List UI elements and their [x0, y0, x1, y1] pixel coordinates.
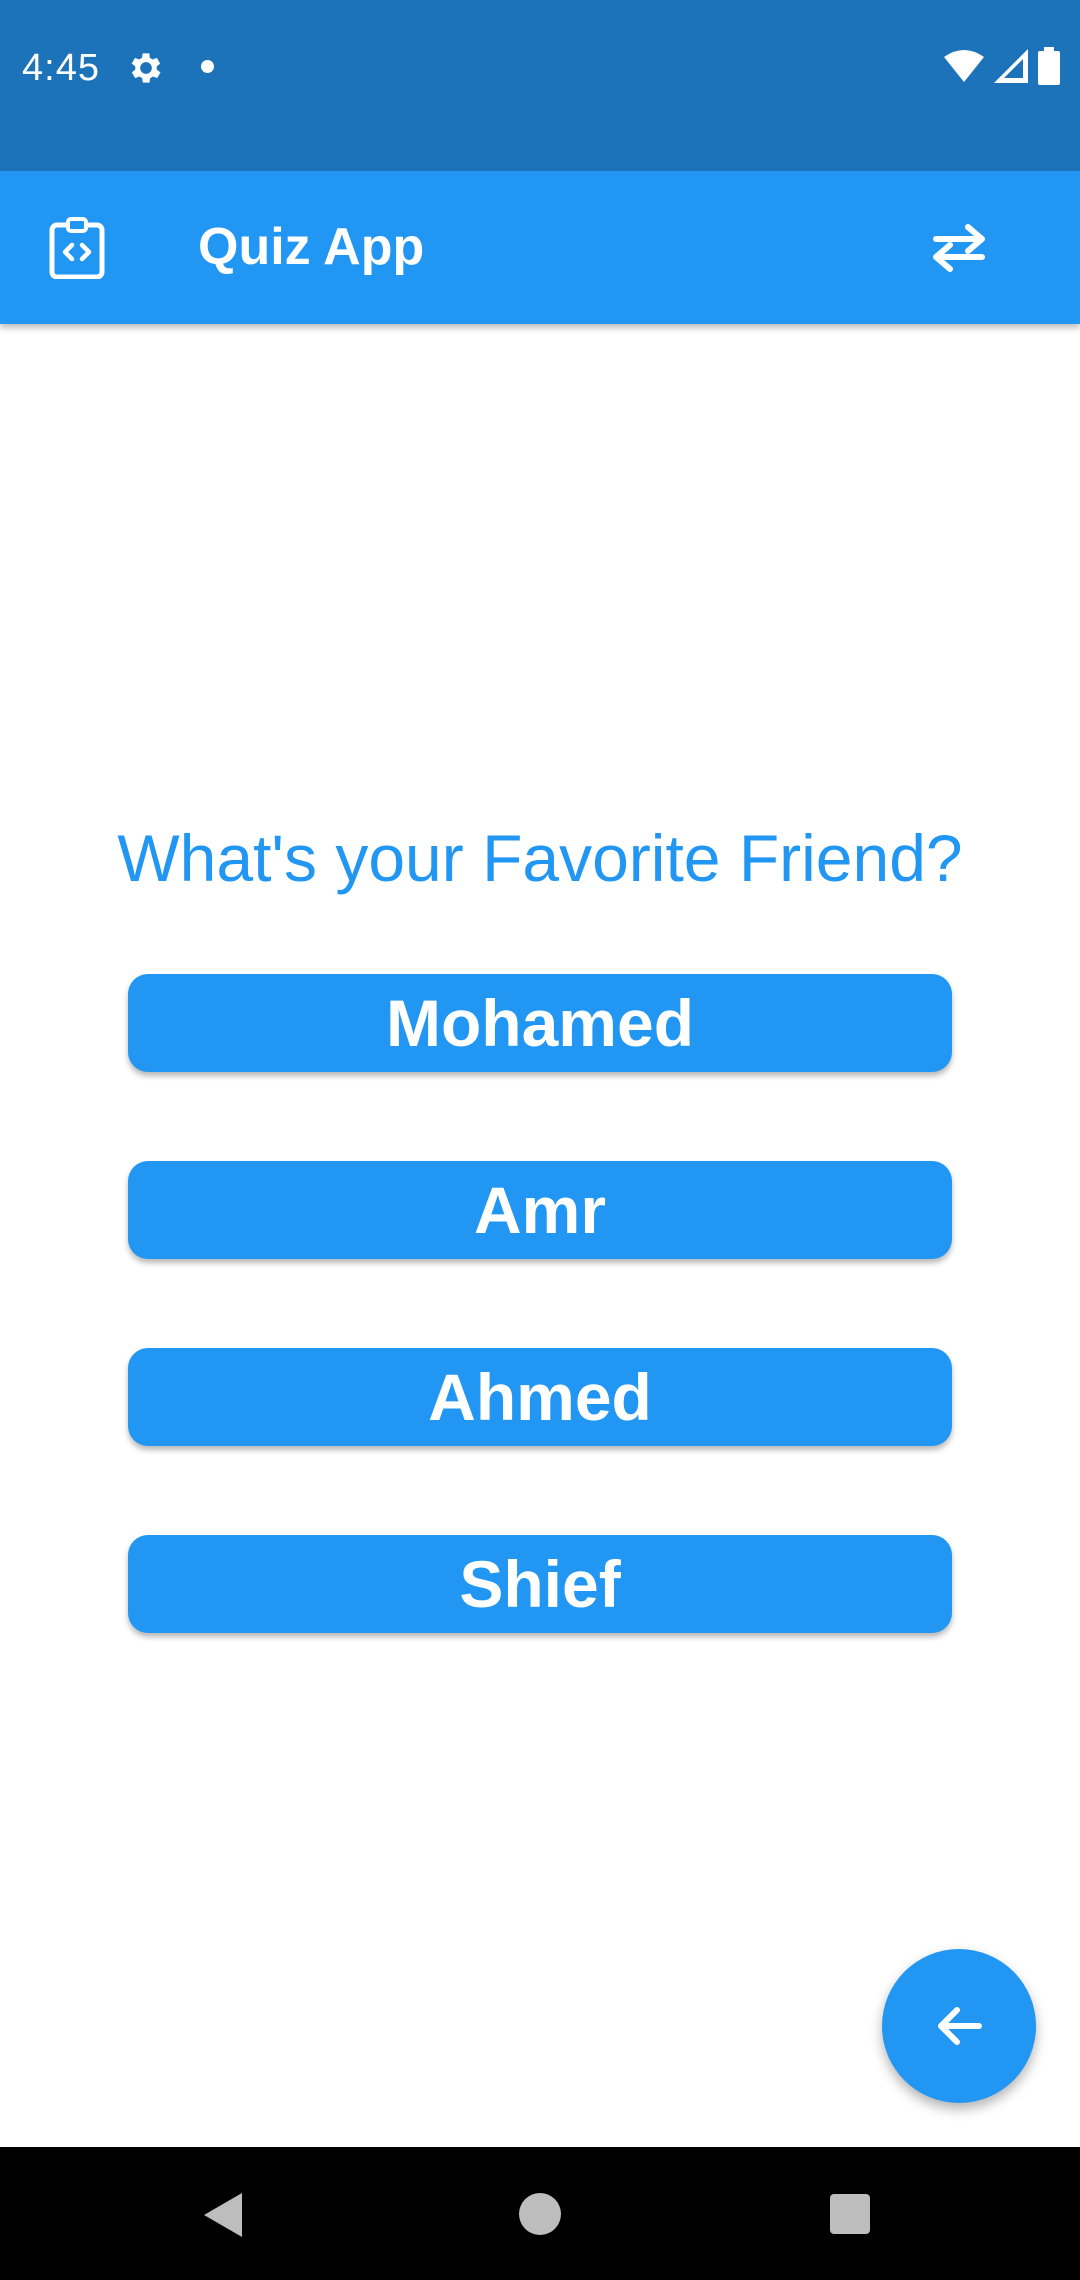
answer-button-shief[interactable]: Shief	[128, 1535, 952, 1633]
nav-home-icon[interactable]	[519, 2193, 561, 2235]
wifi-icon	[944, 50, 984, 82]
status-bar: 4:45	[0, 0, 1080, 171]
swap-horizontal-icon[interactable]	[928, 221, 990, 273]
gear-icon	[131, 53, 161, 83]
status-indicators	[944, 46, 1060, 86]
clipboard-code-icon[interactable]	[46, 217, 108, 279]
notification-dot-icon	[201, 60, 214, 73]
nav-recents-icon[interactable]	[830, 2194, 870, 2234]
system-nav-bar	[0, 2147, 1080, 2280]
answer-button-amr[interactable]: Amr	[128, 1161, 952, 1259]
app-title: Quiz App	[198, 218, 425, 276]
answer-button-ahmed[interactable]: Ahmed	[128, 1348, 952, 1446]
back-fab-button[interactable]	[882, 1949, 1036, 2103]
nav-back-icon[interactable]	[202, 2191, 246, 2239]
arrow-back-icon	[938, 2007, 982, 2045]
app-bar: Quiz App	[0, 171, 1080, 324]
battery-icon	[1038, 47, 1060, 85]
signal-icon	[994, 49, 1028, 83]
answer-button-mohamed[interactable]: Mohamed	[128, 974, 952, 1072]
question-text: What's your Favorite Friend?	[117, 821, 963, 895]
status-time: 4:45	[22, 47, 100, 89]
